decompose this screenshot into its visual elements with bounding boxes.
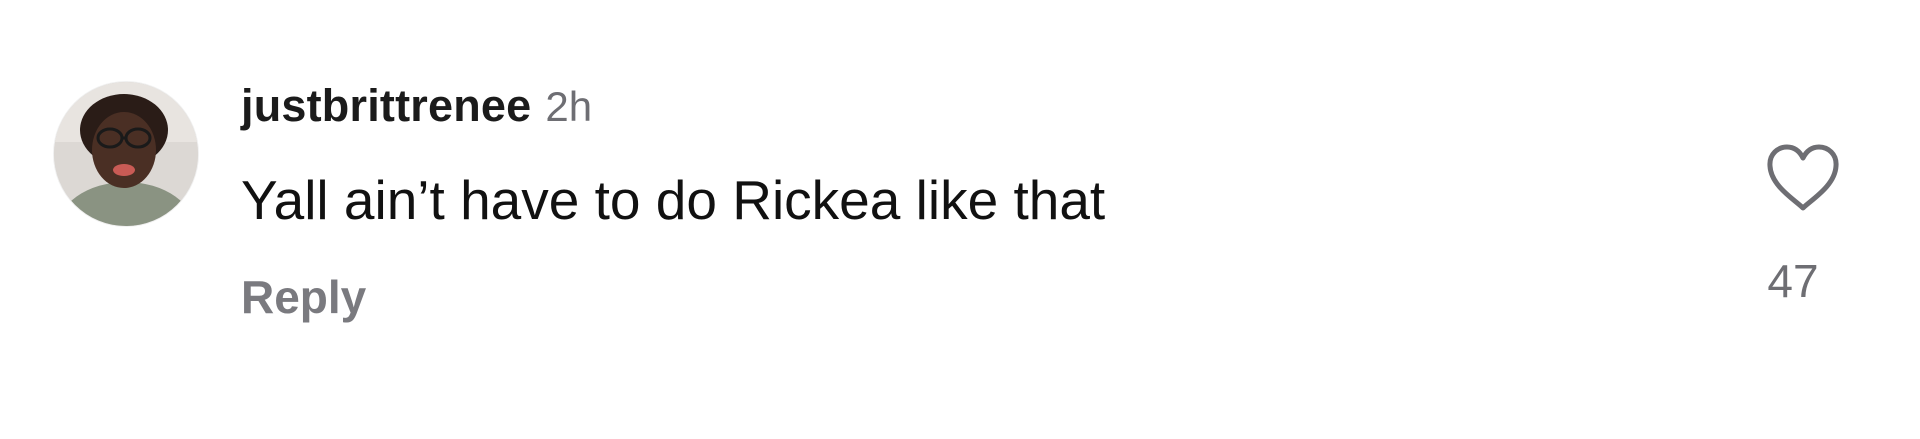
avatar-photo-icon	[54, 82, 198, 226]
reply-button[interactable]: Reply	[241, 270, 366, 324]
like-button[interactable]	[1765, 142, 1841, 214]
comment-item: justbrittrenee 2h Yall ain’t have to do …	[0, 0, 1920, 439]
heart-outline-icon	[1767, 144, 1839, 211]
comment-timestamp: 2h	[545, 83, 593, 130]
user-avatar[interactable]	[54, 82, 198, 226]
comment-body: Yall ain’t have to do Rickea like that	[241, 169, 1106, 231]
username-link[interactable]: justbrittrenee	[241, 80, 531, 132]
like-count: 47	[1767, 255, 1819, 307]
comment-header: justbrittrenee 2h	[241, 80, 592, 140]
